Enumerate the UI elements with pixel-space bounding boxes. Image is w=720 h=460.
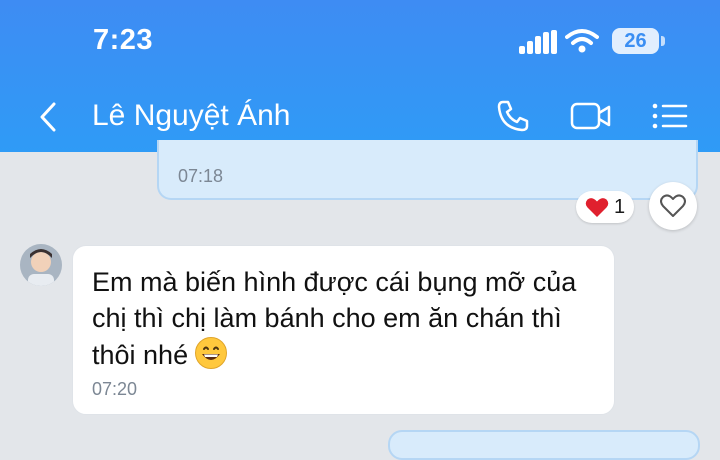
- phone-icon[interactable]: [495, 98, 531, 134]
- chat-header: 7:23 26 Lê Nguyệt Ánh: [0, 0, 720, 152]
- incoming-message-text: Em mà biến hình được cái bụng mỡ của chị…: [92, 264, 602, 373]
- reaction-count: 1: [614, 196, 626, 218]
- status-time: 7:23: [93, 24, 154, 56]
- battery-level: 26: [624, 30, 647, 52]
- incoming-message-time: 07:20: [92, 379, 138, 399]
- video-call-icon[interactable]: [569, 98, 613, 134]
- battery-tip: [661, 36, 665, 46]
- outgoing-message-bubble[interactable]: [388, 430, 700, 460]
- like-button[interactable]: [649, 182, 697, 230]
- reaction-badge[interactable]: 1: [576, 191, 634, 223]
- heart-outline-icon: [660, 194, 686, 217]
- heart-icon: [585, 198, 609, 217]
- avatar[interactable]: [20, 244, 62, 286]
- contact-name[interactable]: Lê Nguyệt Ánh: [92, 99, 290, 133]
- back-icon[interactable]: [36, 100, 60, 134]
- outgoing-message-time: 07:18: [178, 166, 224, 186]
- signal-icon: [519, 30, 557, 54]
- avatar-photo: [20, 244, 62, 286]
- message-text: Em mà biến hình được cái bụng mỡ của chị…: [92, 267, 577, 370]
- wifi-icon: [565, 29, 599, 53]
- battery-icon: 26: [612, 28, 659, 54]
- menu-icon[interactable]: [651, 98, 689, 134]
- grinning-face-icon: [195, 337, 228, 369]
